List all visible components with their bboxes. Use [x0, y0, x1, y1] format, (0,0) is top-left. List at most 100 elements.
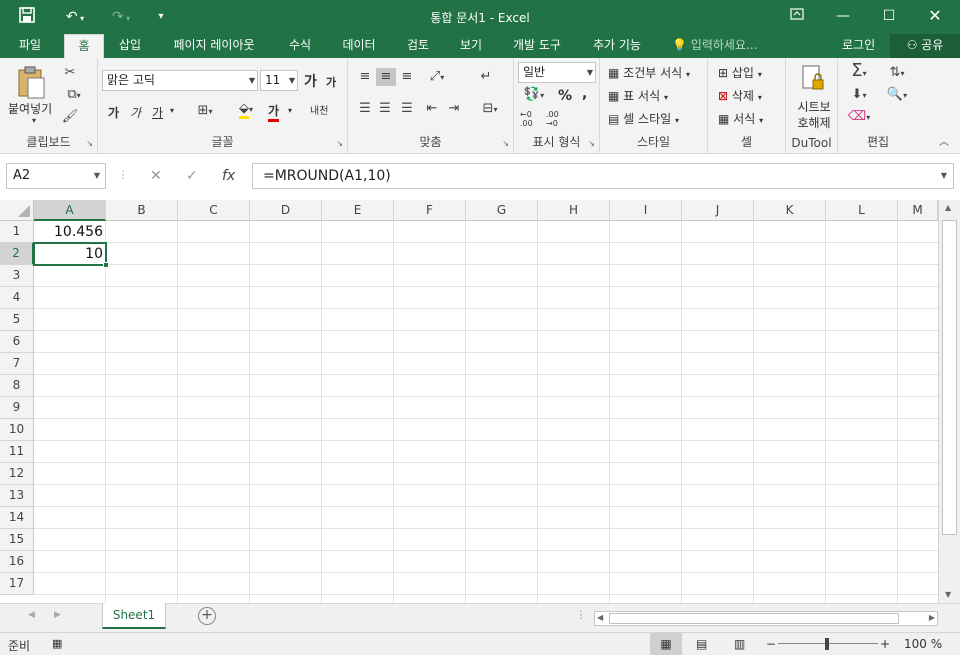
font-size-combo[interactable]: 11 ▼	[260, 70, 298, 91]
tab-developer[interactable]: 개발 도구	[504, 34, 570, 58]
page-layout-view-icon[interactable]: ▤	[696, 637, 707, 651]
unprotect-sheet-line2[interactable]: 호해제	[794, 114, 834, 131]
autosum-icon[interactable]: Σ▾	[844, 62, 874, 83]
row-header-11[interactable]: 11	[0, 441, 34, 463]
column-header-d[interactable]: D	[250, 200, 322, 221]
row-header-13[interactable]: 13	[0, 485, 34, 507]
column-header-j[interactable]: J	[682, 200, 754, 221]
tell-me-box[interactable]: 💡 입력하세요...	[672, 34, 757, 58]
column-header-g[interactable]: G	[466, 200, 538, 221]
format-painter-icon[interactable]: 🖌	[60, 108, 80, 126]
split-grip-icon[interactable]: ⋮	[576, 610, 586, 621]
sort-filter-icon[interactable]: ⇅▾	[882, 64, 912, 83]
row-header-2[interactable]: 2	[0, 243, 34, 265]
orientation-icon[interactable]: ⤢▾	[424, 68, 450, 87]
row-header-6[interactable]: 6	[0, 331, 34, 353]
tab-file[interactable]: 파일	[6, 34, 54, 58]
font-color-dropdown-icon[interactable]: ▾	[288, 106, 292, 115]
borders-icon[interactable]: ⊞▾	[192, 102, 218, 121]
row-header-12[interactable]: 12	[0, 463, 34, 485]
phonetic-button[interactable]: 내천	[310, 102, 328, 117]
row-header-5[interactable]: 5	[0, 309, 34, 331]
ribbon-display-options-button[interactable]	[774, 0, 820, 32]
clipboard-launcher-icon[interactable]: ↘	[86, 139, 93, 148]
select-all-corner[interactable]	[0, 200, 34, 221]
add-sheet-icon[interactable]: +	[198, 607, 216, 625]
share-button[interactable]: ⚇ 공유	[890, 34, 960, 58]
cut-icon[interactable]: ✂	[60, 64, 80, 82]
align-middle-icon[interactable]: ≡	[376, 68, 396, 86]
font-color-button[interactable]: 가	[268, 102, 280, 122]
tab-insert[interactable]: 삽입	[110, 34, 150, 58]
name-box[interactable]: A2 ▼	[6, 163, 106, 189]
row-header-8[interactable]: 8	[0, 375, 34, 397]
wrap-text-icon[interactable]: ↵	[476, 68, 496, 86]
tab-addins[interactable]: 추가 기능	[584, 34, 650, 58]
increase-decimal-button[interactable]: ←0 .00	[520, 110, 542, 128]
normal-view-icon[interactable]: ▦	[650, 633, 682, 655]
tab-home[interactable]: 홈	[64, 34, 104, 58]
find-select-icon[interactable]: 🔍▾	[882, 86, 912, 105]
tab-page-layout[interactable]: 페이지 레이아웃	[162, 34, 266, 58]
paste-icon[interactable]	[14, 64, 48, 100]
column-header-m[interactable]: M	[898, 200, 938, 221]
number-launcher-icon[interactable]: ↘	[588, 139, 595, 148]
insert-cells-button[interactable]: ⊞ 삽입 ▾	[718, 64, 762, 81]
font-name-combo[interactable]: 맑은 고딕 ▼	[102, 70, 258, 91]
merge-center-icon[interactable]: ⊟▾	[476, 100, 504, 119]
tab-formulas[interactable]: 수식	[280, 34, 320, 58]
page-break-view-icon[interactable]: ▥	[734, 637, 745, 651]
column-header-a[interactable]: A	[34, 200, 106, 221]
vertical-scrollbar[interactable]: ▲ ▼	[938, 200, 960, 603]
formula-input[interactable]: =MROUND(A1,10) ▼	[252, 163, 954, 189]
row-header-1[interactable]: 1	[0, 221, 34, 243]
clear-icon[interactable]: ⌫▾	[844, 108, 874, 127]
underline-dropdown-icon[interactable]: ▾	[170, 106, 174, 115]
collapse-ribbon-icon[interactable]: ︿	[936, 134, 952, 152]
decrease-decimal-button[interactable]: .00 →0	[546, 110, 568, 128]
scroll-right-icon[interactable]: ▶	[929, 613, 935, 622]
font-launcher-icon[interactable]: ↘	[336, 139, 343, 148]
prev-sheet-icon[interactable]: ◀	[28, 610, 35, 620]
tab-review[interactable]: 검토	[398, 34, 438, 58]
accounting-format-icon[interactable]: 💱▾	[518, 86, 550, 105]
cell-a1[interactable]: 10.456	[34, 221, 106, 243]
align-bottom-icon[interactable]: ≡	[398, 68, 416, 86]
increase-indent-icon[interactable]: ⇥	[444, 100, 464, 118]
scroll-up-icon[interactable]: ▲	[945, 203, 951, 212]
number-format-combo[interactable]: 일반 ▼	[518, 62, 596, 83]
row-header-10[interactable]: 10	[0, 419, 34, 441]
align-top-icon[interactable]: ≡	[356, 68, 374, 86]
minimize-button[interactable]: —	[820, 0, 866, 32]
column-header-e[interactable]: E	[322, 200, 394, 221]
maximize-button[interactable]: ☐	[866, 0, 912, 32]
conditional-formatting-button[interactable]: ▦ 조건부 서식 ▾	[608, 64, 690, 81]
fill-handle[interactable]	[103, 262, 109, 268]
column-header-c[interactable]: C	[178, 200, 250, 221]
scroll-left-icon[interactable]: ◀	[597, 613, 603, 622]
tab-data[interactable]: 데이터	[334, 34, 384, 58]
fill-color-icon[interactable]: ⬙▾	[232, 100, 260, 119]
macro-record-icon[interactable]: ▦	[52, 637, 62, 650]
column-header-f[interactable]: F	[394, 200, 466, 221]
unprotect-sheet-line1[interactable]: 시트보	[794, 98, 834, 115]
zoom-slider-thumb[interactable]	[825, 638, 829, 650]
align-right-icon[interactable]: ☰	[398, 100, 416, 118]
row-header-17[interactable]: 17	[0, 573, 34, 595]
zoom-out-button[interactable]: −	[766, 637, 776, 651]
enter-icon[interactable]: ✓	[186, 168, 198, 184]
shrink-font-button[interactable]: 가	[326, 74, 336, 90]
format-cells-button[interactable]: ▦ 서식 ▾	[718, 110, 763, 127]
column-header-k[interactable]: K	[754, 200, 826, 221]
horizontal-scrollbar[interactable]: ◀ ▶	[594, 611, 938, 626]
next-sheet-icon[interactable]: ▶	[54, 610, 61, 620]
column-header-i[interactable]: I	[610, 200, 682, 221]
copy-icon[interactable]: ⧉▾	[60, 86, 88, 105]
italic-button[interactable]: 가	[130, 104, 141, 121]
row-header-4[interactable]: 4	[0, 287, 34, 309]
horizontal-scroll-thumb[interactable]	[609, 613, 899, 624]
zoom-level[interactable]: 100 %	[904, 637, 942, 651]
underline-button[interactable]: 가	[152, 104, 163, 121]
row-header-9[interactable]: 9	[0, 397, 34, 419]
bold-button[interactable]: 가	[108, 104, 119, 121]
